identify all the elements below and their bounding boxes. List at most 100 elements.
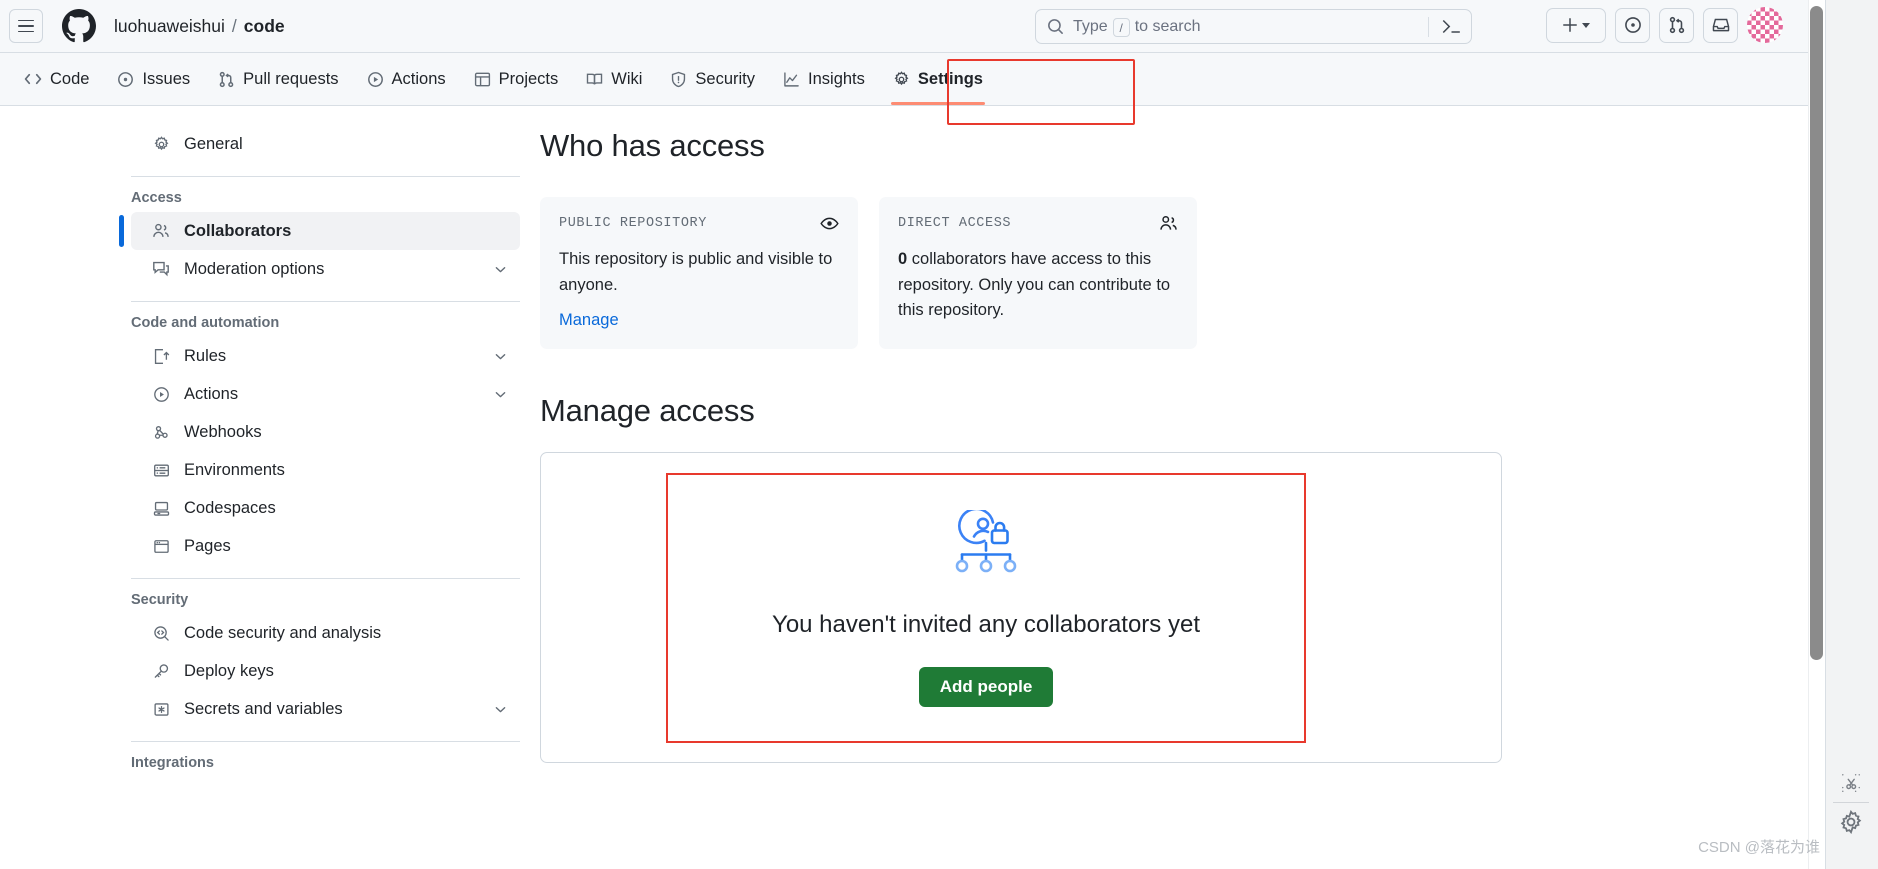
tab-wiki-label: Wiki (611, 69, 643, 88)
tab-code[interactable]: Code (10, 53, 103, 105)
sidebar-item-pages[interactable]: Pages (131, 527, 520, 565)
sidebar-item-collaborators-label: Collaborators (184, 221, 292, 240)
rules-icon (152, 348, 170, 365)
search-icon (1047, 18, 1064, 35)
tab-insights[interactable]: Insights (769, 53, 879, 105)
sidebar-item-secrets-and-variables[interactable]: Secrets and variables (131, 690, 520, 728)
annotation-box-empty-state: You haven't invited any collaborators ye… (666, 473, 1306, 744)
gear-icon (893, 70, 910, 88)
sidebar-item-webhooks[interactable]: Webhooks (131, 413, 520, 451)
play-icon (367, 71, 384, 88)
avatar[interactable] (1747, 7, 1783, 43)
settings-sidebar: General Access Collaborators Moderation … (119, 125, 520, 777)
search-input[interactable]: Type / to search (1035, 9, 1472, 44)
tab-security[interactable]: Security (656, 53, 769, 105)
create-new-button[interactable] (1546, 7, 1606, 43)
pull-requests-button[interactable] (1659, 7, 1694, 43)
sidebar-heading-integrations: Integrations (131, 755, 214, 771)
sidebar-item-pages-label: Pages (184, 536, 231, 555)
sidebar-item-environments[interactable]: Environments (131, 451, 520, 489)
page-title-who-has-access: Who has access (540, 128, 765, 163)
hamburger-icon[interactable] (9, 9, 43, 43)
search-placeholder-before: Type (1073, 17, 1108, 35)
tab-settings-label: Settings (917, 69, 983, 88)
issue-opened-icon (117, 71, 134, 88)
issue-opened-icon (1624, 17, 1641, 33)
browser-icon (152, 538, 170, 555)
direct-access-card-header: DIRECT ACCESS (898, 214, 1178, 233)
watermark: CSDN @落花为谁 (1698, 839, 1820, 856)
page-scrollbar-thumb[interactable] (1810, 6, 1823, 660)
gear-icon[interactable] (1827, 805, 1875, 839)
breadcrumb-owner[interactable]: luohuaweishui (114, 16, 225, 37)
tab-wiki[interactable]: Wiki (572, 53, 656, 105)
sidebar-item-general[interactable]: General (131, 125, 520, 163)
public-repository-card-body: This repository is public and visible to… (559, 250, 833, 294)
sidebar-item-code-security-and-analysis[interactable]: Code security and analysis (131, 614, 520, 652)
sidebar-item-secrets-and-variables-label: Secrets and variables (184, 699, 343, 718)
sidebar-item-moderation-options-label: Moderation options (184, 259, 325, 278)
sidebar-divider (131, 176, 520, 177)
tab-settings[interactable]: Settings (879, 53, 997, 105)
tab-pull-requests[interactable]: Pull requests (204, 53, 352, 105)
sidebar-item-codespaces-label: Codespaces (184, 498, 276, 517)
eye-icon (820, 214, 839, 233)
plus-icon (1563, 18, 1577, 32)
github-logo-icon[interactable] (60, 7, 98, 45)
tab-issues[interactable]: Issues (103, 53, 204, 105)
tab-code-label: Code (50, 69, 90, 88)
header-actions (1546, 7, 1783, 43)
manage-visibility-link[interactable]: Manage (559, 311, 619, 330)
search-divider (1428, 17, 1429, 37)
codespaces-icon (152, 500, 170, 517)
chevron-down-icon[interactable] (493, 387, 508, 402)
sidebar-divider (131, 301, 520, 302)
server-icon (152, 462, 170, 479)
comment-discussion-icon (152, 260, 170, 278)
asterisk-key-icon (152, 701, 170, 718)
sidebar-item-deploy-keys[interactable]: Deploy keys (131, 652, 520, 690)
sidebar-divider (131, 578, 520, 579)
chevron-down-icon[interactable] (493, 262, 508, 277)
git-pull-request-icon (1669, 16, 1684, 34)
settings-content: Who has access PUBLIC REPOSITORY This re… (540, 128, 1502, 764)
direct-access-card-label: DIRECT ACCESS (898, 216, 1012, 231)
issues-button[interactable] (1615, 7, 1650, 43)
section-title-manage-access: Manage access (540, 393, 755, 429)
snip-tool-icon[interactable] (1827, 766, 1875, 800)
book-icon (586, 71, 603, 88)
tab-pull-requests-label: Pull requests (243, 69, 339, 88)
key-icon (152, 663, 170, 680)
add-people-button[interactable]: Add people (918, 666, 1054, 707)
sidebar-item-rules[interactable]: Rules (131, 337, 520, 375)
direct-access-card: DIRECT ACCESS 0 collaborators have acces… (879, 197, 1197, 350)
sidebar-item-codespaces[interactable]: Codespaces (131, 489, 520, 527)
inbox-button[interactable] (1703, 7, 1738, 43)
gear-icon (152, 135, 170, 153)
sidebar-item-rules-label: Rules (184, 346, 227, 365)
public-repository-card: PUBLIC REPOSITORY This repository is pub… (540, 197, 858, 350)
search-placeholder: Type / to search (1073, 17, 1201, 37)
tab-issues-label: Issues (142, 69, 191, 88)
code-icon (24, 70, 42, 88)
public-repository-card-header: PUBLIC REPOSITORY (559, 214, 839, 233)
github-repo-settings-page: luohuaweishui / code Type / to search Co… (0, 0, 1878, 869)
command-palette-icon[interactable] (1442, 17, 1461, 36)
public-repository-card-label: PUBLIC REPOSITORY (559, 216, 707, 231)
tab-projects[interactable]: Projects (460, 53, 573, 105)
sidebar-item-general-label: General (184, 134, 243, 153)
sidebar-item-actions[interactable]: Actions (131, 375, 520, 413)
sidebar-item-code-security-and-analysis-label: Code security and analysis (184, 623, 382, 642)
direct-access-collaborator-count: 0 (898, 250, 908, 268)
chevron-down-icon[interactable] (493, 349, 508, 364)
sidebar-item-collaborators[interactable]: Collaborators (119, 212, 520, 250)
rail-divider (1833, 802, 1869, 803)
table-icon (474, 71, 491, 88)
direct-access-card-body: 0 collaborators have access to this repo… (898, 247, 1178, 324)
breadcrumb-repo[interactable]: code (244, 16, 285, 37)
tab-actions[interactable]: Actions (353, 53, 460, 105)
sidebar-item-moderation-options[interactable]: Moderation options (131, 250, 520, 288)
direct-access-card-text: collaborators have access to this reposi… (898, 250, 1171, 320)
chevron-down-icon[interactable] (493, 702, 508, 717)
sidebar-divider (131, 741, 520, 742)
